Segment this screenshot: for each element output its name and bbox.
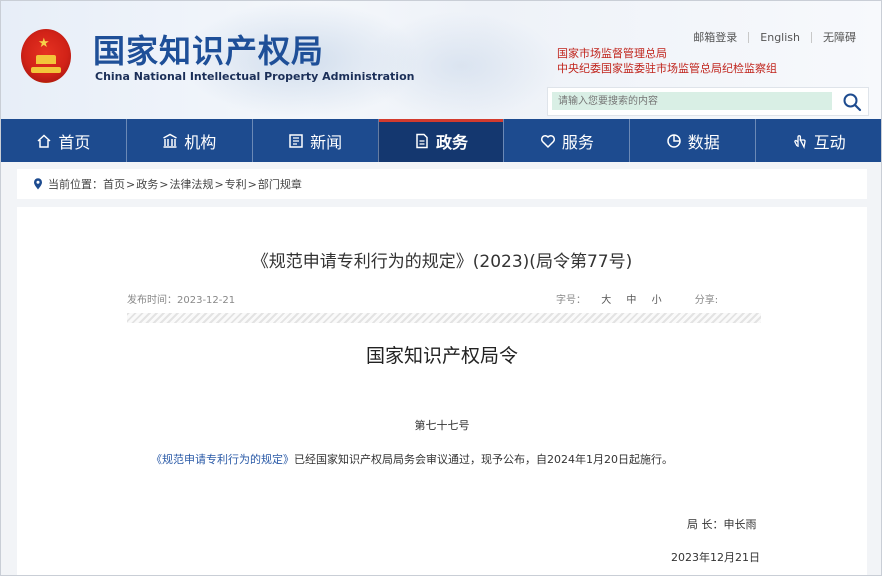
- nav-item-label: 机构: [184, 132, 217, 152]
- breadcrumb-separator: >: [126, 177, 136, 191]
- article-tools: 字号： 大 中 小 分享:: [556, 291, 718, 306]
- browser-page: ★ 国家知识产权局 China National Intellectual Pr…: [0, 0, 882, 576]
- signature-date: 2023年12月21日: [671, 551, 760, 564]
- breadcrumb: 当前位置： 首页 > 政务 > 法律法规 > 专利 > 部门规章: [17, 169, 867, 199]
- article-panel: 《规范申请专利行为的规定》(2023)(局令第77号) 发布时间：2023-12…: [17, 207, 867, 575]
- share-label: 分享:: [694, 295, 719, 306]
- site-logo-cn[interactable]: 国家知识产权局: [93, 31, 324, 71]
- breadcrumb-separator: >: [247, 177, 257, 191]
- document-icon: [416, 133, 428, 148]
- nav-item-news[interactable]: 新闻: [251, 119, 378, 162]
- header-decoration-2: [361, 11, 561, 121]
- director-signature: 局 长：申长雨: [687, 518, 757, 531]
- breadcrumb-separator: >: [214, 177, 224, 191]
- nav-item-interaction[interactable]: 互动: [755, 119, 881, 162]
- hand-icon: [793, 134, 806, 149]
- home-icon: [37, 133, 51, 148]
- search-box: [547, 87, 869, 116]
- breadcrumb-government-affairs[interactable]: 政务: [136, 176, 158, 192]
- publish-date: 2023-12-21: [177, 295, 236, 306]
- nav-item-label: 政务: [436, 132, 469, 152]
- search-button[interactable]: [842, 92, 862, 112]
- order-heading: 国家知识产权局令: [365, 345, 518, 367]
- site-header: ★ 国家知识产权局 China National Intellectual Pr…: [1, 1, 881, 121]
- search-icon: [843, 93, 862, 112]
- mail-login-link[interactable]: 邮箱登录: [682, 32, 748, 43]
- nav-item-data[interactable]: 数据: [629, 119, 755, 162]
- publish-time: 发布时间：2023-12-21: [127, 291, 235, 306]
- nav-item-government-affairs[interactable]: 政务: [377, 119, 504, 162]
- nav-item-home[interactable]: 首页: [1, 119, 126, 162]
- news-icon: [289, 133, 303, 148]
- service-icon: [540, 134, 555, 148]
- accessibility-link[interactable]: 无障碍: [811, 32, 867, 43]
- nav-item-label: 互动: [813, 132, 846, 152]
- breadcrumb-department-rules[interactable]: 部门规章: [258, 176, 302, 192]
- nav-item-label: 服务: [561, 132, 594, 152]
- breadcrumb-separator: >: [159, 177, 169, 191]
- font-size-small[interactable]: 小: [652, 295, 662, 306]
- building-icon: [163, 133, 178, 148]
- samr-link[interactable]: 国家市场监督管理总局: [557, 47, 667, 61]
- nav-item-institution[interactable]: 机构: [125, 119, 252, 162]
- location-pin-icon: [34, 178, 42, 190]
- font-size-large[interactable]: 大: [601, 295, 611, 306]
- search-input[interactable]: [552, 92, 832, 110]
- nav-item-service[interactable]: 服务: [503, 119, 629, 162]
- breadcrumb-laws[interactable]: 法律法规: [169, 176, 213, 192]
- breadcrumb-patent[interactable]: 专利: [225, 176, 247, 192]
- breadcrumb-home[interactable]: 首页: [103, 176, 125, 192]
- article-title: 《规范申请专利行为的规定》(2023)(局令第77号): [251, 252, 633, 272]
- top-links: 邮箱登录 English 无障碍: [682, 31, 867, 44]
- regulation-link[interactable]: 《规范申请专利行为的规定》: [151, 453, 294, 466]
- nav-item-label: 首页: [58, 132, 91, 152]
- nav-item-label: 新闻: [310, 132, 343, 152]
- font-size-medium[interactable]: 中: [626, 295, 636, 306]
- order-number: 第七十七号: [414, 419, 470, 432]
- font-size-label: 字号：: [556, 295, 586, 306]
- national-emblem-icon: ★: [21, 29, 71, 83]
- discipline-inspection-link[interactable]: 中央纪委国家监委驻市场监管总局纪检监察组: [557, 62, 777, 76]
- divider: [127, 313, 761, 323]
- site-logo-en[interactable]: China National Intellectual Property Adm…: [95, 70, 414, 84]
- article-paragraph: 《规范申请专利行为的规定》已经国家知识产权局局务会审议通过，现予公布，自2024…: [151, 451, 673, 467]
- paragraph-text: 已经国家知识产权局局务会审议通过，现予公布，自2024年1月20日起施行。: [294, 453, 673, 466]
- nav-item-label: 数据: [687, 132, 720, 152]
- main-nav: 首页 机构 新闻 政务 服务 数据 互动: [1, 119, 881, 162]
- publish-label: 发布时间：: [127, 295, 177, 306]
- chart-icon: [666, 133, 681, 148]
- english-link[interactable]: English: [748, 32, 811, 43]
- breadcrumb-prefix: 当前位置：: [48, 178, 103, 191]
